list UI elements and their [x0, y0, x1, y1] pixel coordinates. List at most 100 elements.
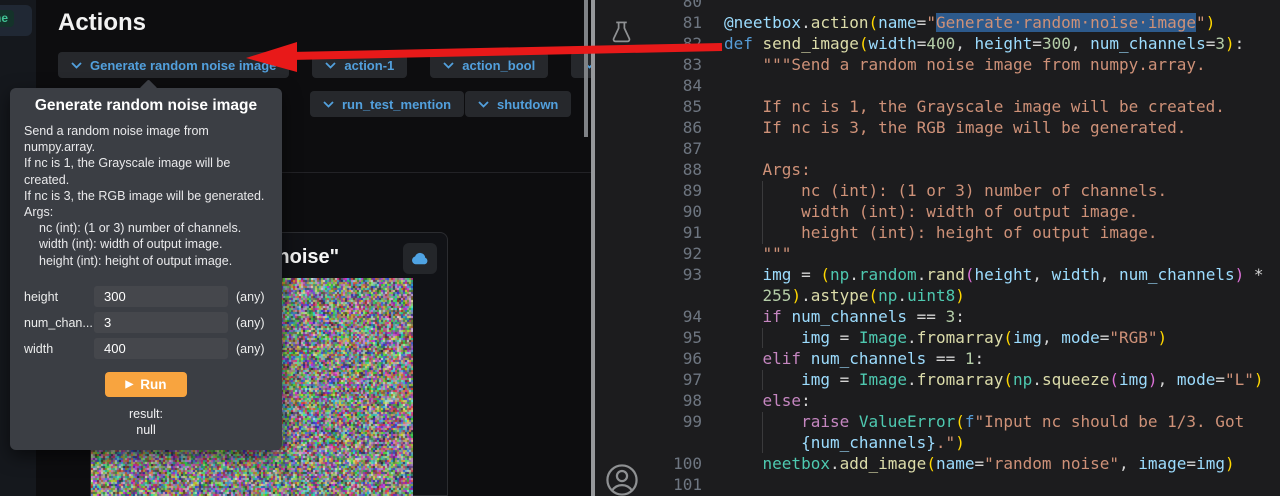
code-text: """ [724, 243, 791, 264]
indent-guide [762, 370, 763, 390]
code-line: 85 If nc is 1, the Grayscale image will … [595, 96, 1280, 117]
chevron-down-icon [325, 62, 336, 69]
tooltip-desc-line: If nc is 3, the RGB image will be genera… [24, 188, 268, 204]
code-line: 100 neetbox.add_image(name="random noise… [595, 453, 1280, 474]
action-button-label: action_bool [462, 58, 535, 73]
field-label: height [24, 290, 94, 304]
chevron-down-icon [478, 101, 489, 108]
screenshot-stage: ne Actions Generate random noise imageac… [0, 0, 1280, 496]
line-number: 87 [595, 138, 702, 159]
field-input-width[interactable] [94, 338, 228, 359]
download-image-button[interactable] [403, 243, 437, 274]
field-row-width: width(any) [24, 336, 268, 362]
code-line: 83 """Send a random noise image from num… [595, 54, 1280, 75]
code-text: """Send a random noise image from numpy.… [724, 54, 1206, 75]
line-number: 91 [595, 222, 702, 243]
line-number: 94 [595, 306, 702, 327]
code-text: if num_channels == 3: [724, 306, 965, 327]
code-line: 89 nc (int): (1 or 3) number of channels… [595, 180, 1280, 201]
tooltip-description: Send a random noise image from numpy.arr… [24, 123, 268, 269]
code-text: Args: [724, 159, 811, 180]
field-input-height[interactable] [94, 286, 228, 307]
code-line: 95 img = Image.fromarray(img, mode="RGB"… [595, 327, 1280, 348]
code-text: If nc is 3, the RGB image will be genera… [724, 117, 1186, 138]
result-label: result: [24, 406, 268, 422]
line-number: 83 [595, 54, 702, 75]
line-number: 93 [595, 264, 702, 285]
code-text: 255).astype(np.uint8) [724, 285, 965, 306]
line-number [595, 285, 702, 306]
code-line: 87 [595, 138, 1280, 159]
field-type-hint: (any) [228, 316, 268, 330]
action-button-label: shutdown [497, 97, 558, 112]
code-line: 255).astype(np.uint8) [595, 285, 1280, 306]
action-button-generate-random-noise-image[interactable]: Generate random noise image [58, 52, 289, 78]
action-button-action-bool[interactable]: action_bool [430, 52, 548, 78]
code-line: 82def send_image(width=400, height=300, … [595, 33, 1280, 54]
code-line: 97 img = Image.fromarray(np.squeeze(img)… [595, 369, 1280, 390]
dashboard-window: ne Actions Generate random noise imageac… [0, 0, 591, 496]
window-divider [591, 0, 595, 496]
code-text: {num_channels}.") [724, 432, 965, 453]
code-line: 86 If nc is 3, the RGB image will be gen… [595, 117, 1280, 138]
code-text: height (int): height of output image. [724, 222, 1157, 243]
line-number: 98 [595, 390, 702, 411]
chevron-down-icon [443, 62, 454, 69]
code-text: else: [724, 390, 811, 411]
code-line: 90 width (int): width of output image. [595, 201, 1280, 222]
line-number: 89 [595, 180, 702, 201]
line-number: 95 [595, 327, 702, 348]
code-line: 92 """ [595, 243, 1280, 264]
action-button-action-1[interactable]: action-1 [312, 52, 407, 78]
run-button[interactable]: ▶ Run [105, 372, 187, 397]
online-badge: ne [0, 10, 14, 27]
code-line: 94 if num_channels == 3: [595, 306, 1280, 327]
left-window-scrollbar[interactable] [584, 0, 588, 137]
tooltip-title: Generate random noise image [24, 97, 268, 115]
line-number [595, 432, 702, 453]
code-line: 93 img = (np.random.rand(height, width, … [595, 264, 1280, 285]
action-button-run-test-mention[interactable]: run_test_mention [310, 91, 464, 117]
code-line: 91 height (int): height of output image. [595, 222, 1280, 243]
code-line: 88 Args: [595, 159, 1280, 180]
field-row-num-chan-: num_chan... (any) [24, 310, 268, 336]
action-button-label: Generate random noise image [90, 58, 276, 73]
code-area[interactable]: 8081 @neetbox.action(name="Generate·rando… [595, 0, 1280, 495]
line-number: 81 [595, 12, 702, 33]
code-text: neetbox.add_image(name="random noise", i… [724, 453, 1235, 474]
field-type-hint: (any) [228, 290, 268, 304]
code-text: nc (int): (1 or 3) number of channels. [724, 180, 1167, 201]
code-line: {num_channels}.") [595, 432, 1280, 453]
action-tooltip: Generate random noise image Send a rando… [10, 88, 282, 450]
action-button-shutdown[interactable]: shutdown [465, 91, 571, 117]
line-number: 85 [595, 96, 702, 117]
field-type-hint: (any) [228, 342, 268, 356]
run-button-label: Run [140, 377, 166, 392]
code-line: 98 else: [595, 390, 1280, 411]
indent-guide [762, 181, 763, 244]
indent-guide [762, 412, 763, 453]
action-button-label: action-1 [344, 58, 394, 73]
code-text: width (int): width of output image. [724, 201, 1138, 222]
tooltip-desc-line: Args: [24, 204, 268, 220]
code-line: 99 raise ValueError(f"Input nc should be… [595, 411, 1280, 432]
tooltip-desc-line: width (int): width of output image. [24, 236, 268, 252]
cloud-download-icon [411, 252, 429, 266]
field-row-height: height (any) [24, 284, 268, 310]
tooltip-desc-line: Send a random noise image from numpy.arr… [24, 123, 268, 155]
tooltip-desc-line: If nc is 1, the Grayscale image will be … [24, 155, 268, 187]
line-number: 96 [595, 348, 702, 369]
chevron-down-icon [323, 101, 334, 108]
field-label: num_chan... [24, 316, 94, 330]
line-number: 100 [595, 453, 702, 474]
field-input-num-chan-[interactable] [94, 312, 228, 333]
code-text: img = Image.fromarray(np.squeeze(img), m… [724, 369, 1264, 390]
line-number: 82 [595, 33, 702, 54]
line-number: 90 [595, 201, 702, 222]
line-number: 84 [595, 75, 702, 96]
tooltip-desc-line: height (int): height of output image. [24, 253, 268, 269]
sidebar-item-project[interactable]: ne [0, 5, 32, 36]
code-text: @neetbox.action(name="Generate·random·no… [724, 12, 1215, 33]
line-number: 80 [595, 0, 702, 12]
line-number: 92 [595, 243, 702, 264]
